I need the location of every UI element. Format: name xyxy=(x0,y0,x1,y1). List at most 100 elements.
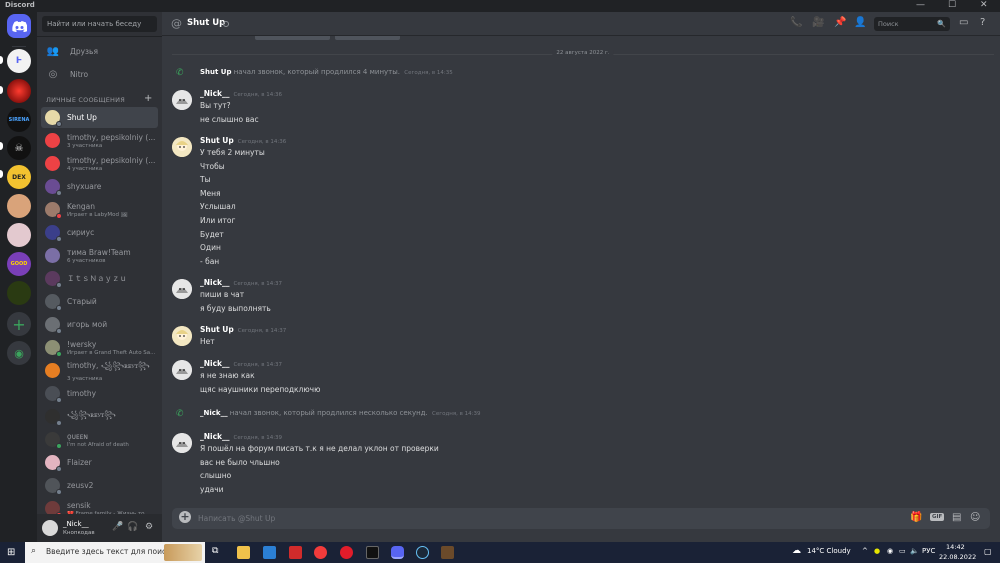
message-text: Нет xyxy=(200,337,215,346)
sidebar-item-friends[interactable]: 👥 Друзья xyxy=(42,41,158,61)
server-icon[interactable]: SIRENA xyxy=(7,108,31,132)
dm-item[interactable]: игорь мой xyxy=(41,314,158,335)
server-icon[interactable]: Ͱ xyxy=(7,49,31,73)
message-avatar[interactable] xyxy=(172,137,192,157)
server-icon[interactable]: GOOD xyxy=(7,252,31,276)
presence-status-dot xyxy=(56,397,62,403)
dm-item[interactable]: сириус xyxy=(41,222,158,243)
message-group: _Nick__ Сегодня, в 14:37 я не знаю как щяс … xyxy=(162,359,982,401)
clock-time[interactable]: 14:42 xyxy=(946,543,965,551)
add-server-button[interactable]: + xyxy=(7,312,31,336)
volume-icon[interactable]: 🔈 xyxy=(910,547,919,555)
weather-text[interactable]: 14°C Cloudy xyxy=(807,547,851,555)
dm-item[interactable]: Flaizer xyxy=(41,452,158,473)
dm-item[interactable]: Kengan Играет в LabyMod 🖼 xyxy=(41,199,158,220)
server-icon[interactable] xyxy=(7,79,31,103)
home-button[interactable] xyxy=(7,14,31,38)
call-author[interactable]: _Nick__ xyxy=(200,409,228,417)
dm-item[interactable]: Shut Up xyxy=(41,107,158,128)
create-dm-button[interactable]: + xyxy=(144,93,152,104)
message-author[interactable]: _Nick__ xyxy=(200,432,230,441)
yandex-icon[interactable] xyxy=(289,546,302,559)
message-author[interactable]: Shut Up xyxy=(200,325,234,334)
dm-item[interactable]: timothy, pepsikolniy (... 4 участника xyxy=(41,153,158,174)
tray-chevron-icon[interactable]: ^ xyxy=(862,547,868,555)
close-button[interactable]: ✕ xyxy=(980,0,988,11)
message-author[interactable]: _Nick__ xyxy=(200,278,230,287)
dm-item-text: ꧁꧂ꭱꭼꭹꭲ꧂ xyxy=(67,409,116,424)
message-avatar[interactable] xyxy=(172,433,192,453)
yandex-browser-icon[interactable] xyxy=(314,546,327,559)
network-icon[interactable]: ▭ xyxy=(899,547,906,555)
inbox-icon[interactable]: ▭ xyxy=(959,17,968,28)
task-view-icon[interactable]: ⧉ xyxy=(212,546,218,556)
pinned-messages-icon[interactable]: 📌 xyxy=(834,17,846,28)
dm-item[interactable]: тима Braw!Team 6 участников xyxy=(41,245,158,266)
dm-item[interactable]: timothy, ꧁꧂ꭱꭼꭹꭲ꧂ 3 участника xyxy=(41,360,158,382)
chat-search-input[interactable]: Поиск 🔍 xyxy=(874,17,950,31)
file-explorer-icon[interactable] xyxy=(237,546,250,559)
discord-taskbar-icon[interactable] xyxy=(391,546,404,559)
tray-app-icon[interactable]: ● xyxy=(874,547,880,555)
message-input[interactable] xyxy=(198,511,878,526)
opera-icon[interactable] xyxy=(340,546,353,559)
settings-gear-icon[interactable]: ⚙ xyxy=(145,522,153,532)
windows-taskbar: ⊞ ⌕ Введите здесь текст для поиска ⧉ ☁ 1… xyxy=(0,542,1000,563)
dm-item[interactable]: timothy xyxy=(41,383,158,404)
server-icon[interactable] xyxy=(7,223,31,247)
sidebar-item-nitro[interactable]: ◎ Nitro xyxy=(42,64,158,84)
minecraft-icon[interactable] xyxy=(441,546,454,559)
gif-button[interactable]: GIF xyxy=(930,513,945,521)
dm-item[interactable]: timothy, pepsikolniy (... 3 участника xyxy=(41,130,158,151)
windows-start-icon[interactable]: ⊞ xyxy=(7,547,15,558)
voice-call-icon[interactable]: 📞 xyxy=(790,17,802,28)
explore-servers-button[interactable]: ◉ xyxy=(7,341,31,365)
message-avatar[interactable] xyxy=(172,279,192,299)
gift-icon[interactable]: 🎁 xyxy=(910,512,922,523)
dm-item-text: тима Braw!Team 6 участников xyxy=(67,248,131,264)
user-avatar[interactable] xyxy=(42,520,58,536)
clock-date[interactable]: 22.08.2022 xyxy=(939,553,976,561)
help-icon[interactable]: ? xyxy=(980,17,985,28)
minimize-button[interactable]: — xyxy=(916,0,925,11)
tray-discord-icon[interactable]: ◉ xyxy=(887,547,893,555)
store-icon[interactable] xyxy=(263,546,276,559)
find-conversation-button[interactable]: Найти или начать беседу xyxy=(42,16,157,32)
message-timestamp: Сегодня, в 14:37 xyxy=(237,328,287,334)
message-text: Или итог xyxy=(200,216,236,225)
avatar xyxy=(45,294,62,311)
server-icon[interactable] xyxy=(7,281,31,305)
message-author[interactable]: Shut Up xyxy=(200,136,234,145)
language-indicator[interactable]: РУС xyxy=(922,547,935,555)
dm-item[interactable]: shyxuare xyxy=(41,176,158,197)
message-avatar[interactable] xyxy=(172,360,192,380)
video-call-icon[interactable]: 🎥 xyxy=(812,17,824,28)
dm-item[interactable]: Старый xyxy=(41,291,158,312)
dm-item[interactable]: ǫᴜᴇᴇɴ I'm not Afraid of death xyxy=(41,429,158,450)
mute-mic-icon[interactable]: 🎤 xyxy=(112,522,123,532)
dm-item[interactable]: zeusv2 xyxy=(41,475,158,496)
maximize-button[interactable]: ☐ xyxy=(948,0,956,11)
message-text: Чтобы xyxy=(200,161,225,171)
dm-item[interactable]: !wersky Играет в Grand Theft Auto Sa... xyxy=(41,337,158,358)
dm-item-subtext: Играет в LabyMod 🖼 xyxy=(67,211,128,218)
dm-item[interactable]: ＩｔｓＮａｙｚｕ xyxy=(41,268,158,289)
server-icon[interactable]: DEX xyxy=(7,165,31,189)
call-author[interactable]: Shut Up xyxy=(200,68,232,76)
emoji-icon[interactable]: ☺ xyxy=(970,512,980,523)
sticker-icon[interactable]: ▤ xyxy=(952,512,961,523)
message-avatar[interactable] xyxy=(172,326,192,346)
epic-games-icon[interactable] xyxy=(366,546,379,559)
add-friends-to-dm-icon[interactable]: 👤 xyxy=(854,17,866,28)
upload-plus-button[interactable]: + xyxy=(179,511,191,523)
dm-item[interactable]: ꧁꧂ꭱꭼꭹꭲ꧂ xyxy=(41,406,158,427)
server-icon[interactable] xyxy=(7,194,31,218)
steam-icon[interactable] xyxy=(416,546,429,559)
message-author[interactable]: _Nick__ xyxy=(200,359,230,368)
message-avatar[interactable] xyxy=(172,90,192,110)
call-text: начал звонок, который продлился нескольк… xyxy=(229,409,428,417)
message-author[interactable]: _Nick__ xyxy=(200,89,230,98)
server-icon[interactable]: ☠ xyxy=(7,136,31,160)
headphones-icon[interactable]: 🎧 xyxy=(127,522,138,532)
notifications-icon[interactable]: ▢ xyxy=(984,547,992,556)
